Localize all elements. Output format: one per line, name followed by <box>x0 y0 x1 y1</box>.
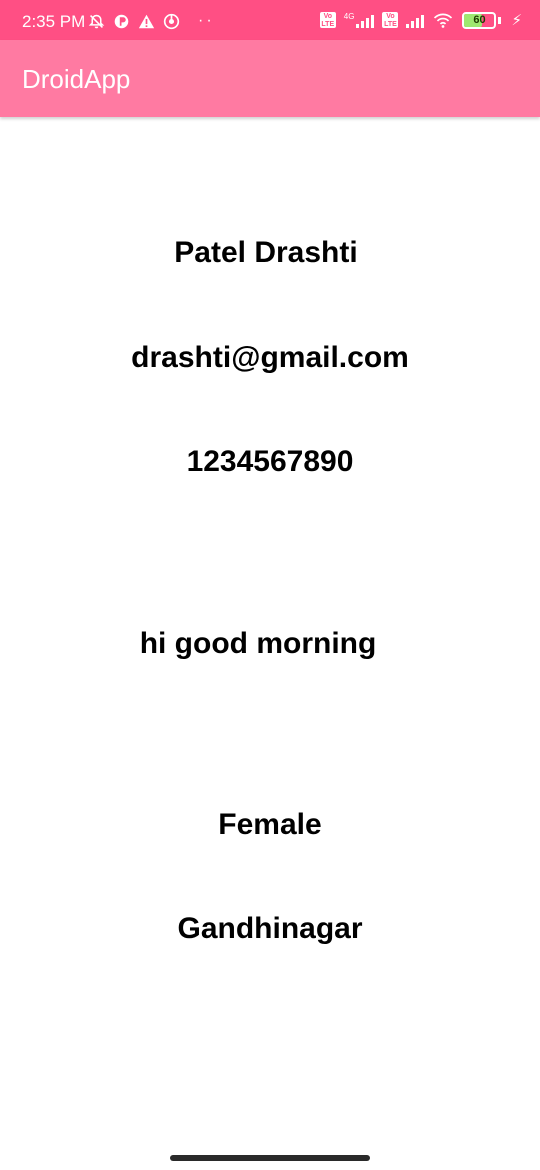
volte-badge-sim2: Vo LTE <box>382 12 399 28</box>
gender-text: Female <box>218 808 322 841</box>
chrome-icon <box>163 13 180 29</box>
name-text: Patel Drashti <box>174 236 358 269</box>
volte-badge-sim1: Vo LTE <box>319 12 336 28</box>
more-notifications-indicator: ·· <box>198 12 215 29</box>
battery-cap <box>498 16 502 24</box>
email-text: drashti@gmail.com <box>131 341 409 374</box>
network-type-label: 4G <box>343 11 355 21</box>
bell-off-icon <box>88 14 105 28</box>
warning-icon <box>138 14 155 28</box>
app-bar: DroidApp <box>0 40 540 117</box>
message-text: hi good morning <box>139 627 377 660</box>
battery-level: 60 <box>473 13 486 26</box>
phone-text: 1234567890 <box>186 445 354 478</box>
gesture-nav-handle[interactable] <box>170 1155 370 1161</box>
status-bar: 2:35 PM ·· Vo LTE 4G Vo LTE 60 ⚡ <box>0 0 540 40</box>
status-time: 2:35 PM <box>22 12 86 31</box>
app-title: DroidApp <box>22 64 131 94</box>
app-icon <box>114 14 129 28</box>
signal-strength-icon-sim1 <box>356 13 375 28</box>
notification-icons: ·· <box>88 12 215 30</box>
charging-icon: ⚡ <box>511 12 522 29</box>
system-icons: Vo LTE 4G Vo LTE 60 ⚡ <box>319 11 522 29</box>
wifi-icon <box>434 13 453 28</box>
city-text: Gandhinagar <box>177 912 363 945</box>
signal-strength-icon-sim2 <box>406 13 425 28</box>
battery-icon: 60 <box>462 11 497 29</box>
